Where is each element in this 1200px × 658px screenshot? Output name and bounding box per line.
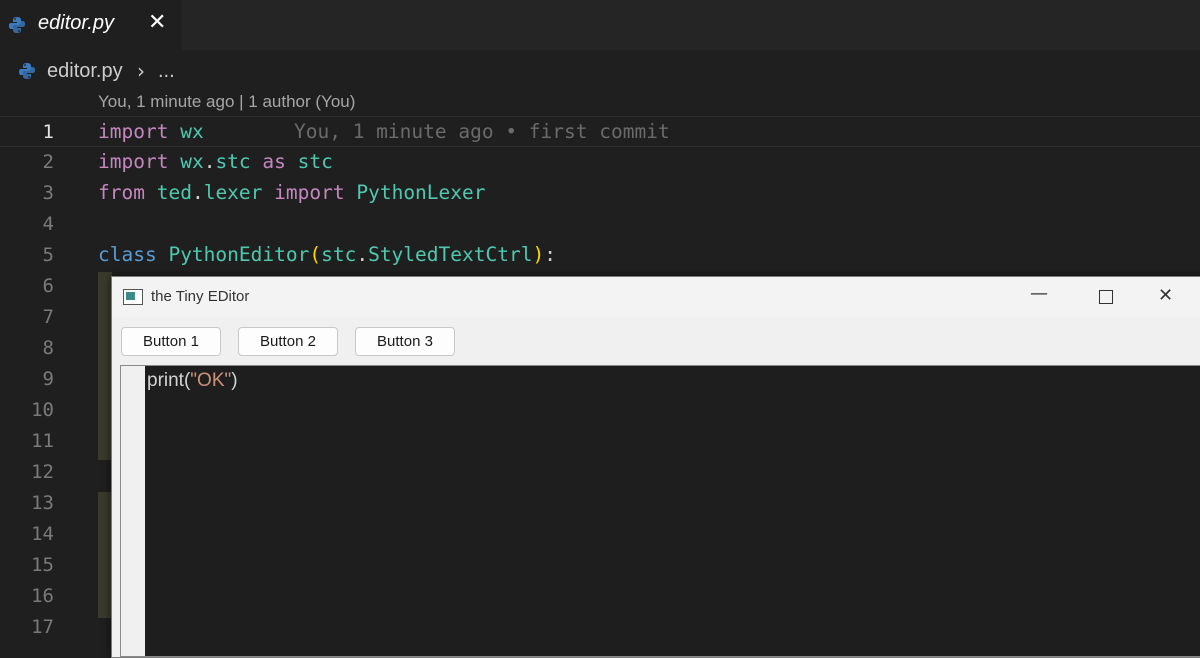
code-token: .	[191, 181, 204, 204]
breadcrumb-file[interactable]: editor.py	[47, 60, 123, 83]
line-number: 3	[42, 182, 54, 204]
app-icon	[123, 289, 143, 305]
code-token: PythonEditor	[168, 243, 310, 266]
code-token: stc	[215, 150, 251, 173]
line-number: 9	[42, 368, 54, 390]
line-number: 11	[31, 430, 54, 452]
code-token: class	[98, 243, 157, 266]
line-number: 5	[42, 244, 54, 266]
editor-margin	[121, 366, 145, 656]
indent-guide	[98, 272, 112, 460]
code-line: 2 import wx.stc as stc	[0, 147, 1200, 178]
line-number: 17	[31, 616, 54, 638]
close-icon[interactable]: ✕	[1158, 285, 1173, 306]
styled-text-editor[interactable]: print("OK")	[120, 365, 1200, 657]
code-token: lexer	[203, 181, 263, 204]
codelens-author[interactable]: You, 1 minute ago | 1 author (You)	[98, 92, 355, 112]
code-token: .	[203, 150, 216, 173]
code-token: PythonLexer	[356, 181, 486, 204]
line-number: 13	[31, 492, 54, 514]
python-icon	[8, 16, 26, 38]
code-token: from	[98, 181, 145, 204]
button-3[interactable]: Button 3	[355, 327, 455, 356]
maximize-icon[interactable]	[1099, 290, 1113, 304]
tab-editor-py[interactable]: editor.py ✕	[0, 0, 182, 50]
line-number: 6	[42, 275, 54, 297]
chevron-right-icon: ›	[137, 59, 145, 83]
line-number: 8	[42, 337, 54, 359]
code-token: wx	[180, 120, 204, 143]
code-token: stc	[297, 150, 333, 173]
line-number: 14	[31, 523, 54, 545]
tab-title: editor.py	[38, 12, 114, 34]
code-token: import	[98, 120, 169, 143]
code-token: import	[274, 181, 345, 204]
minimize-icon[interactable]: —	[1030, 283, 1048, 304]
code-token: as	[262, 150, 286, 173]
code-token: print(	[147, 370, 191, 391]
button-1[interactable]: Button 1	[121, 327, 221, 356]
line-number: 10	[31, 399, 54, 421]
code-line: 3 from ted.lexer import PythonLexer	[0, 178, 1200, 209]
line-number: 12	[31, 461, 54, 483]
code-token: (	[309, 243, 322, 266]
window-titlebar[interactable]: the Tiny EDitor — ✕	[112, 277, 1200, 317]
code-token: import	[98, 150, 169, 173]
code-token: .	[356, 243, 369, 266]
code-line: 5 class PythonEditor(stc.StyledTextCtrl)…	[0, 240, 1200, 271]
line-number: 16	[31, 585, 54, 607]
code-token: )	[231, 370, 238, 391]
code-token: StyledTextCtrl	[368, 243, 533, 266]
line-number: 2	[42, 151, 54, 173]
code-line: 4	[0, 209, 1200, 240]
indent-guide	[98, 492, 112, 618]
code-line: 1 import wx You, 1 minute ago • first co…	[0, 116, 1200, 147]
git-blame-annotation: You, 1 minute ago • first commit	[294, 120, 670, 143]
line-number: 15	[31, 554, 54, 576]
line-number: 1	[42, 121, 54, 143]
breadcrumb-more[interactable]: ...	[158, 60, 175, 83]
line-number: 4	[42, 213, 54, 235]
python-icon	[18, 62, 36, 84]
tab-bar: editor.py ✕	[0, 0, 1200, 50]
close-icon[interactable]: ✕	[148, 10, 166, 35]
code-token: wx	[180, 150, 204, 173]
breadcrumb: editor.py › ...	[0, 52, 1200, 90]
code-token: stc	[321, 243, 357, 266]
code-token: "OK"	[190, 370, 232, 391]
line-number: 7	[42, 306, 54, 328]
code-token: )	[532, 243, 545, 266]
button-2[interactable]: Button 2	[238, 327, 338, 356]
window-title: the Tiny EDitor	[151, 288, 250, 305]
code-token: ted	[156, 181, 192, 204]
code-token: :	[544, 243, 556, 266]
tiny-editor-window: the Tiny EDitor — ✕ Button 1 Button 2 Bu…	[111, 276, 1200, 658]
